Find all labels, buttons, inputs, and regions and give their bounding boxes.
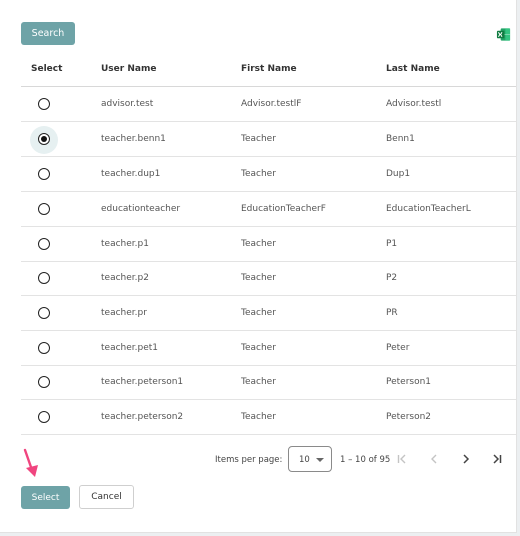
cell-user-name: teacher.peterson1: [101, 377, 184, 387]
table-row[interactable]: teacher.p1 Teacher P1: [21, 227, 516, 262]
cell-user-name: advisor.test: [101, 99, 154, 109]
row-radio[interactable]: [38, 238, 50, 250]
cell-first-name: Teacher: [241, 377, 276, 387]
table-row[interactable]: teacher.benn1 Teacher Benn1: [21, 122, 516, 157]
excel-icon[interactable]: [496, 27, 511, 42]
cell-first-name: Teacher: [241, 239, 276, 249]
page-range-label: 1 – 10 of 95: [340, 455, 391, 465]
row-radio[interactable]: [38, 411, 50, 423]
search-button[interactable]: Search: [21, 22, 75, 45]
cell-user-name: teacher.peterson2: [101, 412, 184, 422]
cell-user-name: teacher.benn1: [101, 134, 166, 144]
cell-last-name: P1: [386, 239, 398, 249]
cancel-button[interactable]: Cancel: [79, 485, 134, 509]
cell-user-name: teacher.dup1: [101, 169, 161, 179]
row-radio[interactable]: [38, 376, 50, 388]
row-radio-selected[interactable]: [38, 133, 50, 145]
table-row[interactable]: teacher.pet1 Teacher Peter: [21, 331, 516, 366]
cell-last-name: PR: [386, 308, 398, 318]
last-page-icon[interactable]: [489, 451, 505, 467]
cell-last-name: Peterson1: [386, 377, 432, 387]
first-page-icon[interactable]: [394, 451, 410, 467]
cell-last-name: EducationTeacherL: [386, 204, 471, 214]
cell-first-name: Advisor.testlF: [241, 99, 302, 109]
table-row[interactable]: educationteacher EducationTeacherF Educa…: [21, 192, 516, 227]
cell-user-name: teacher.p2: [101, 273, 149, 283]
cell-user-name: teacher.pet1: [101, 343, 159, 353]
row-radio[interactable]: [38, 168, 50, 180]
cell-first-name: EducationTeacherF: [241, 204, 326, 214]
page-size-select[interactable]: 10: [288, 446, 332, 472]
cell-first-name: Teacher: [241, 412, 276, 422]
paginator: Items per page: 10 1 – 10 of 95: [215, 446, 515, 474]
items-per-page-label: Items per page:: [215, 455, 283, 465]
table-row[interactable]: teacher.dup1 Teacher Dup1: [21, 157, 516, 192]
cell-user-name: teacher.p1: [101, 239, 149, 249]
row-radio[interactable]: [38, 342, 50, 354]
cell-first-name: Teacher: [241, 134, 276, 144]
cell-first-name: Teacher: [241, 273, 276, 283]
cell-last-name: Dup1: [386, 169, 411, 179]
page-size-value: 10: [299, 455, 310, 465]
header-first-name[interactable]: First Name: [241, 64, 297, 74]
cell-last-name: Benn1: [386, 134, 415, 144]
row-radio[interactable]: [38, 203, 50, 215]
row-radio[interactable]: [38, 272, 50, 284]
header-select: Select: [31, 64, 63, 74]
table-row[interactable]: teacher.peterson1 Teacher Peterson1: [21, 365, 516, 400]
table-row[interactable]: teacher.p2 Teacher P2: [21, 261, 516, 296]
table-header: Select User Name First Name Last Name: [21, 54, 516, 87]
cell-user-name: teacher.pr: [101, 308, 147, 318]
cell-first-name: Teacher: [241, 169, 276, 179]
table-row[interactable]: teacher.pr Teacher PR: [21, 296, 516, 331]
cell-last-name: Peter: [386, 343, 410, 353]
table-row[interactable]: teacher.peterson2 Teacher Peterson2: [21, 400, 516, 435]
previous-page-icon[interactable]: [426, 451, 442, 467]
select-button[interactable]: Select: [21, 486, 70, 509]
row-radio[interactable]: [38, 98, 50, 110]
next-page-icon[interactable]: [458, 451, 474, 467]
pink-arrow-icon: [23, 448, 38, 477]
caret-down-icon: [316, 458, 324, 462]
header-last-name[interactable]: Last Name: [386, 64, 440, 74]
cell-first-name: Teacher: [241, 308, 276, 318]
row-radio[interactable]: [38, 307, 50, 319]
cell-last-name: Peterson2: [386, 412, 432, 422]
cell-first-name: Teacher: [241, 343, 276, 353]
table-row[interactable]: advisor.test Advisor.testlF Advisor.test…: [21, 87, 516, 122]
user-picker-panel: Search Select User Name First Name Last …: [0, 0, 517, 533]
header-user-name[interactable]: User Name: [101, 64, 156, 74]
cell-last-name: Advisor.testl: [386, 99, 442, 109]
cell-user-name: educationteacher: [101, 204, 181, 214]
cell-last-name: P2: [386, 273, 398, 283]
